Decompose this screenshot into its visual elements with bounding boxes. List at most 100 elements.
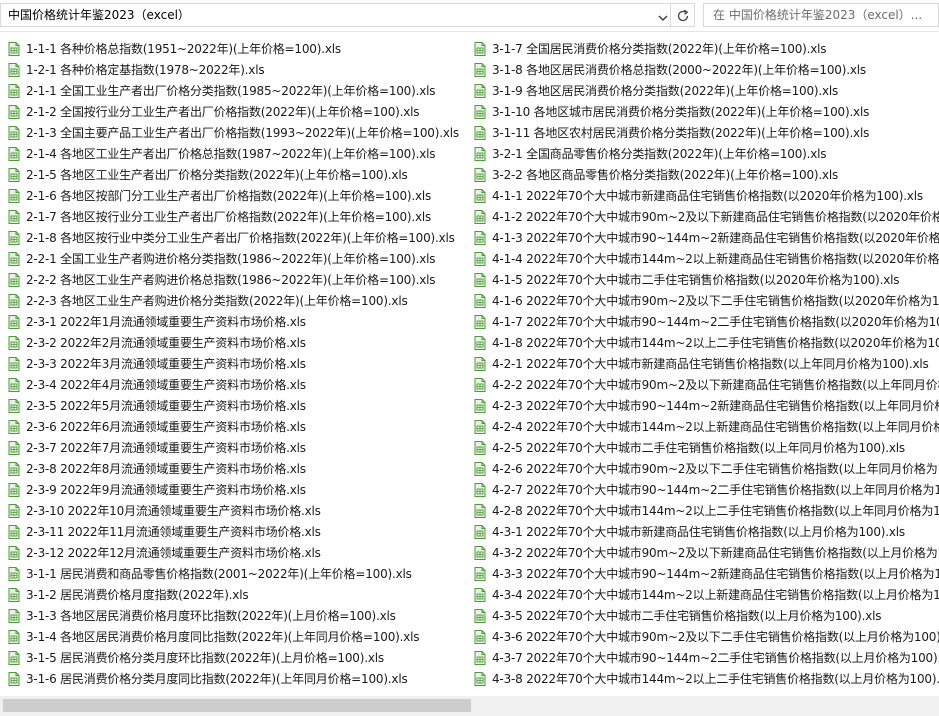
xls-file-icon [8,524,20,539]
xls-file-icon [474,146,486,161]
file-item[interactable]: 4-2-4 2022年70个大中城市144m~2以上新建商品住宅销售价格指数(以… [472,416,939,437]
file-name: 2-1-5 各地区工业生产者出厂价格分类指数(2022年)(上年价格=100).… [26,167,408,182]
file-item[interactable]: 3-1-5 居民消费价格分类月度环比指数(2022年)(上月价格=100).xl… [6,647,468,668]
file-item[interactable]: 2-3-1 2022年1月流通领域重要生产资料市场价格.xls [6,311,468,332]
xls-file-icon [474,167,486,182]
file-item[interactable]: 3-1-4 各地区居民消费价格月度同比指数(2022年)(上年同月价格=100)… [6,626,468,647]
file-list: 1-1-1 各种价格总指数(1951~2022年)(上年价格=100).xls 1… [0,38,939,696]
file-name: 4-2-4 2022年70个大中城市144m~2以上新建商品住宅销售价格指数(以… [492,419,939,434]
file-item[interactable]: 2-1-8 各地区按行业中类分工业生产者出厂价格指数(2022年)(上年价格=1… [6,227,468,248]
file-item[interactable]: 4-2-3 2022年70个大中城市90~144m~2新建商品住宅销售价格指数(… [472,395,939,416]
xls-file-icon [8,272,20,287]
file-item[interactable]: 3-1-3 各地区居民消费价格月度环比指数(2022年)(上月价格=100).x… [6,605,468,626]
file-item[interactable]: 3-1-6 居民消费价格分类月度同比指数(2022年)(上年同月价格=100).… [6,668,468,689]
file-name: 2-3-8 2022年8月流通领域重要生产资料市场价格.xls [26,461,306,476]
xls-file-icon [474,62,486,77]
address-bar[interactable]: 中国价格统计年鉴2023（excel） [0,3,671,27]
file-item[interactable]: 2-3-2 2022年2月流通领域重要生产资料市场价格.xls [6,332,468,353]
file-item[interactable]: 2-3-3 2022年3月流通领域重要生产资料市场价格.xls [6,353,468,374]
file-item[interactable]: 2-1-7 各地区按行业分工业生产者出厂价格指数(2022年)(上年价格=100… [6,206,468,227]
file-name: 4-1-1 2022年70个大中城市新建商品住宅销售价格指数(以2020年价格为… [492,188,923,203]
file-name: 4-1-8 2022年70个大中城市144m~2以上二手住宅销售价格指数(以20… [492,335,939,350]
xls-file-icon [8,83,20,98]
file-item[interactable]: 3-1-10 各地区城市居民消费价格分类指数(2022年)(上年价格=100).… [472,101,939,122]
file-name: 4-3-5 2022年70个大中城市二手住宅销售价格指数(以上月价格为100).… [492,608,882,623]
search-box[interactable]: 在 中国价格统计年鉴2023（excel）... [703,3,939,27]
file-item[interactable]: 4-2-1 2022年70个大中城市新建商品住宅销售价格指数(以上年同月价格为1… [472,353,939,374]
file-item[interactable]: 2-1-6 各地区按部门分工业生产者出厂价格指数(2022年)(上年价格=100… [6,185,468,206]
file-item[interactable]: 3-1-11 各地区农村居民消费价格分类指数(2022年)(上年价格=100).… [472,122,939,143]
scrollbar-thumb[interactable] [3,699,471,712]
chevron-down-icon[interactable] [657,12,669,24]
xls-file-icon [474,524,486,539]
file-item[interactable]: 2-2-2 各地区工业生产者购进价格总指数(1986~2022年)(上年价格=1… [6,269,468,290]
file-name: 4-1-6 2022年70个大中城市90m~2及以下二手住宅销售价格指数(以20… [492,293,939,308]
file-item[interactable]: 2-1-2 全国按行业分工业生产者出厂价格指数(2022年)(上年价格=100)… [6,101,468,122]
file-item[interactable]: 4-2-5 2022年70个大中城市二手住宅销售价格指数(以上年同月价格为100… [472,437,939,458]
file-item[interactable]: 2-3-9 2022年9月流通领域重要生产资料市场价格.xls [6,479,468,500]
file-item[interactable]: 2-1-5 各地区工业生产者出厂价格分类指数(2022年)(上年价格=100).… [6,164,468,185]
horizontal-scrollbar[interactable] [0,696,939,716]
file-name: 2-1-2 全国按行业分工业生产者出厂价格指数(2022年)(上年价格=100)… [26,104,420,119]
file-item[interactable]: 1-2-1 各种价格定基指数(1978~2022年).xls [6,59,468,80]
file-item[interactable]: 2-2-3 各地区工业生产者购进价格分类指数(2022年)(上年价格=100).… [6,290,468,311]
file-item[interactable]: 4-2-8 2022年70个大中城市144m~2以上二手住宅销售价格指数(以上年… [472,500,939,521]
file-item[interactable]: 3-1-8 各地区居民消费价格总指数(2000~2022年)(上年价格=100)… [472,59,939,80]
file-item[interactable]: 4-1-8 2022年70个大中城市144m~2以上二手住宅销售价格指数(以20… [472,332,939,353]
file-name: 2-3-6 2022年6月流通领域重要生产资料市场价格.xls [26,419,306,434]
file-item[interactable]: 3-2-1 全国商品零售价格分类指数(2022年)(上年价格=100).xls [472,143,939,164]
file-item[interactable]: 3-1-1 居民消费和商品零售价格指数(2001~2022年)(上年价格=100… [6,563,468,584]
file-item[interactable]: 3-2-2 各地区商品零售价格分类指数(2022年)(上年价格=100).xls [472,164,939,185]
xls-file-icon [474,482,486,497]
file-item[interactable]: 4-1-2 2022年70个大中城市90m~2及以下新建商品住宅销售价格指数(以… [472,206,939,227]
file-item[interactable]: 4-2-6 2022年70个大中城市90m~2及以下二手住宅销售价格指数(以上年… [472,458,939,479]
file-item[interactable]: 4-1-7 2022年70个大中城市90~144m~2二手住宅销售价格指数(以2… [472,311,939,332]
xls-file-icon [8,188,20,203]
file-item[interactable]: 4-1-3 2022年70个大中城市90~144m~2新建商品住宅销售价格指数(… [472,227,939,248]
file-item[interactable]: 2-3-7 2022年7月流通领域重要生产资料市场价格.xls [6,437,468,458]
file-item[interactable]: 4-3-3 2022年70个大中城市90~144m~2新建商品住宅销售价格指数(… [472,563,939,584]
file-item[interactable]: 4-1-5 2022年70个大中城市二手住宅销售价格指数(以2020年价格为10… [472,269,939,290]
xls-file-icon [8,440,20,455]
file-item[interactable]: 4-1-4 2022年70个大中城市144m~2以上新建商品住宅销售价格指数(以… [472,248,939,269]
file-item[interactable]: 2-1-4 各地区工业生产者出厂价格总指数(1987~2022年)(上年价格=1… [6,143,468,164]
file-item[interactable]: 4-1-1 2022年70个大中城市新建商品住宅销售价格指数(以2020年价格为… [472,185,939,206]
file-name: 2-1-1 全国工业生产者出厂价格分类指数(1985~2022年)(上年价格=1… [26,83,436,98]
file-item[interactable]: 2-1-3 全国主要产品工业生产者出厂价格指数(1993~2022年)(上年价格… [6,122,468,143]
file-name: 2-3-7 2022年7月流通领域重要生产资料市场价格.xls [26,440,306,455]
file-name: 2-1-3 全国主要产品工业生产者出厂价格指数(1993~2022年)(上年价格… [26,125,459,140]
file-item[interactable]: 3-1-9 各地区居民消费价格分类指数(2022年)(上年价格=100).xls [472,80,939,101]
file-name: 2-3-2 2022年2月流通领域重要生产资料市场价格.xls [26,335,306,350]
file-item[interactable]: 4-3-7 2022年70个大中城市90~144m~2二手住宅销售价格指数(以上… [472,647,939,668]
file-item[interactable]: 4-2-7 2022年70个大中城市90~144m~2二手住宅销售价格指数(以上… [472,479,939,500]
file-item[interactable]: 3-1-7 全国居民消费价格分类指数(2022年)(上年价格=100).xls [472,38,939,59]
file-name: 3-2-2 各地区商品零售价格分类指数(2022年)(上年价格=100).xls [492,167,839,182]
file-item[interactable]: 2-3-5 2022年5月流通领域重要生产资料市场价格.xls [6,395,468,416]
file-item[interactable]: 2-3-10 2022年10月流通领域重要生产资料市场价格.xls [6,500,468,521]
file-item[interactable]: 4-3-5 2022年70个大中城市二手住宅销售价格指数(以上月价格为100).… [472,605,939,626]
file-item[interactable]: 4-1-6 2022年70个大中城市90m~2及以下二手住宅销售价格指数(以20… [472,290,939,311]
file-item[interactable]: 4-3-6 2022年70个大中城市90m~2及以下二手住宅销售价格指数(以上月… [472,626,939,647]
file-item[interactable]: 2-3-11 2022年11月流通领域重要生产资料市场价格.xls [6,521,468,542]
file-item[interactable]: 2-1-1 全国工业生产者出厂价格分类指数(1985~2022年)(上年价格=1… [6,80,468,101]
file-item[interactable]: 4-3-8 2022年70个大中城市144m~2以上二手住宅销售价格指数(以上月… [472,668,939,689]
file-name: 2-1-4 各地区工业生产者出厂价格总指数(1987~2022年)(上年价格=1… [26,146,436,161]
xls-file-icon [8,62,20,77]
file-item[interactable]: 2-3-6 2022年6月流通领域重要生产资料市场价格.xls [6,416,468,437]
file-item[interactable]: 3-1-2 居民消费价格月度指数(2022年).xls [6,584,468,605]
file-item[interactable]: 2-3-4 2022年4月流通领域重要生产资料市场价格.xls [6,374,468,395]
file-item[interactable]: 4-3-1 2022年70个大中城市新建商品住宅销售价格指数(以上月价格为100… [472,521,939,542]
xls-file-icon [8,419,20,434]
file-item[interactable]: 2-3-12 2022年12月流通领域重要生产资料市场价格.xls [6,542,468,563]
file-item[interactable]: 4-3-2 2022年70个大中城市90m~2及以下新建商品住宅销售价格指数(以… [472,542,939,563]
file-item[interactable]: 2-3-8 2022年8月流通领域重要生产资料市场价格.xls [6,458,468,479]
file-name: 3-1-5 居民消费价格分类月度环比指数(2022年)(上月价格=100).xl… [26,650,384,665]
file-item[interactable]: 4-3-4 2022年70个大中城市144m~2以上新建商品住宅销售价格指数(以… [472,584,939,605]
refresh-button[interactable] [671,3,695,27]
file-name: 3-1-11 各地区农村居民消费价格分类指数(2022年)(上年价格=100).… [492,125,870,140]
file-item[interactable]: 2-2-1 全国工业生产者购进价格分类指数(1986~2022年)(上年价格=1… [6,248,468,269]
search-input[interactable]: 在 中国价格统计年鉴2023（excel）... [713,8,922,22]
file-item[interactable]: 1-1-1 各种价格总指数(1951~2022年)(上年价格=100).xls [6,38,468,59]
file-item[interactable]: 4-2-2 2022年70个大中城市90m~2及以下新建商品住宅销售价格指数(以… [472,374,939,395]
address-path[interactable]: 中国价格统计年鉴2023（excel） [8,7,190,23]
